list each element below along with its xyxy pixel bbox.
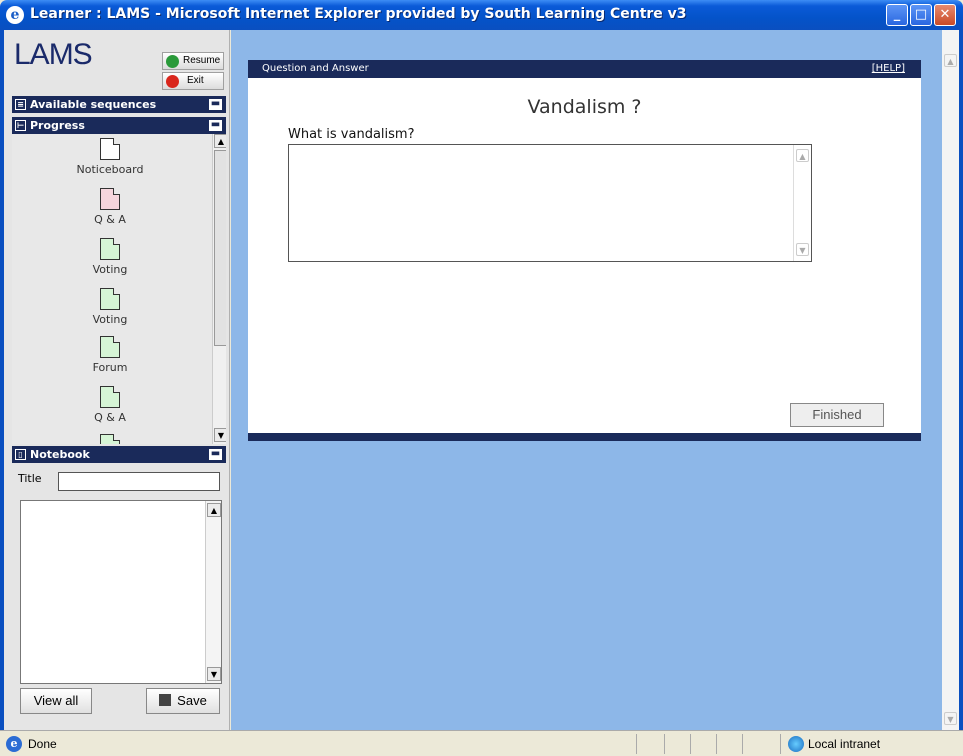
status-divider	[636, 734, 637, 754]
page-scrollbar[interactable]: ▲ ▼	[942, 30, 959, 730]
activity-qa[interactable]: Q & A	[12, 386, 208, 424]
activity-voting[interactable]: Voting	[12, 238, 208, 276]
available-sequences-label: Available sequences	[30, 98, 157, 111]
progress-label: Progress	[30, 119, 85, 132]
notebook-textarea[interactable]: ▲ ▼	[20, 500, 222, 684]
status-divider	[780, 734, 781, 754]
scroll-up-icon[interactable]: ▲	[944, 54, 957, 67]
qa-footer-bar	[248, 433, 921, 441]
status-text: Done	[28, 737, 57, 751]
collapse-icon[interactable]: ▬	[209, 449, 222, 460]
notebook-header[interactable]: ▯ Notebook ▬	[12, 446, 226, 463]
progress-map: Noticeboard Q & A Voting Voting Forum Q …	[12, 134, 226, 444]
qa-title: Vandalism ?	[527, 96, 642, 118]
activity-doc-icon	[100, 238, 120, 260]
question-text: What is vandalism?	[288, 127, 415, 142]
learner-sidebar: LAMS Resume Exit ≡ Available sequences ▬…	[4, 30, 230, 730]
activity-qa-current[interactable]: Q & A	[12, 188, 208, 226]
save-button[interactable]: Save	[146, 688, 220, 714]
window-frame-right	[959, 30, 963, 730]
answer-textarea[interactable]: ▲ ▼	[288, 144, 812, 262]
progress-tree-icon: ⊢	[15, 120, 26, 131]
activity-label: Noticeboard	[76, 163, 144, 176]
scroll-down-icon[interactable]: ▼	[214, 428, 226, 442]
minimize-button[interactable]: _	[886, 4, 908, 26]
qa-activity-panel: Question and Answer [HELP] Vandalism ? W…	[248, 60, 921, 441]
ie-icon[interactable]: e	[6, 6, 24, 24]
scroll-up-icon[interactable]: ▲	[207, 503, 221, 517]
close-icon: ✕	[939, 7, 951, 22]
exit-label: Exit	[187, 75, 204, 86]
progress-scrollbar[interactable]: ▲ ▼	[212, 134, 226, 444]
qa-header-label: Question and Answer	[262, 63, 369, 74]
zone-text: Local intranet	[808, 737, 881, 751]
resume-button[interactable]: Resume	[162, 52, 224, 70]
activity-partial[interactable]	[12, 434, 208, 444]
exit-button[interactable]: Exit	[162, 72, 224, 90]
progress-header[interactable]: ⊢ Progress ▬	[12, 117, 226, 134]
activity-label: Voting	[92, 313, 128, 326]
close-button[interactable]: ✕	[934, 4, 956, 26]
activity-forum[interactable]: Forum	[12, 336, 208, 374]
qa-current-icon	[100, 188, 120, 210]
scroll-down-icon[interactable]: ▼	[796, 243, 809, 256]
status-divider	[716, 734, 717, 754]
tree-icon: ≡	[15, 99, 26, 110]
notebook-title-label: Title	[18, 472, 42, 485]
notebook-title-input[interactable]	[58, 472, 220, 491]
collapse-icon[interactable]: ▬	[209, 120, 222, 131]
exit-icon	[166, 75, 179, 88]
save-label: Save	[177, 693, 207, 708]
activity-doc-icon	[100, 386, 120, 408]
resume-label: Resume	[183, 55, 221, 66]
ie-page-icon: e	[6, 736, 22, 752]
noticeboard-icon	[100, 138, 120, 160]
finished-button[interactable]: Finished	[790, 403, 884, 427]
lams-logo: LAMS	[14, 38, 93, 71]
maximize-icon: □	[914, 7, 928, 22]
window-title: Learner : LAMS - Microsoft Internet Expl…	[30, 6, 687, 22]
save-disk-icon	[159, 694, 172, 706]
activity-label: Forum	[92, 361, 128, 374]
activity-noticeboard[interactable]: Noticeboard	[12, 138, 208, 176]
status-bar: e Done Local intranet	[0, 730, 963, 756]
scroll-down-icon[interactable]: ▼	[944, 712, 957, 725]
status-divider	[664, 734, 665, 754]
activity-label: Q & A	[94, 411, 126, 424]
window-title-bar[interactable]: e Learner : LAMS - Microsoft Internet Ex…	[0, 0, 963, 30]
scroll-up-icon[interactable]: ▲	[796, 149, 809, 162]
notebook-scrollbar[interactable]: ▲ ▼	[205, 501, 221, 683]
notebook-icon: ▯	[15, 449, 26, 460]
activity-doc-icon	[100, 434, 120, 444]
answer-scrollbar[interactable]: ▲ ▼	[793, 145, 811, 261]
activity-label: Voting	[92, 263, 128, 276]
scroll-down-icon[interactable]: ▼	[207, 667, 221, 681]
activity-voting[interactable]: Voting	[12, 288, 208, 326]
available-sequences-header[interactable]: ≡ Available sequences ▬	[12, 96, 226, 113]
scroll-thumb[interactable]	[214, 150, 226, 346]
main-content: Question and Answer [HELP] Vandalism ? W…	[231, 30, 959, 730]
view-all-button[interactable]: View all	[20, 688, 92, 714]
activity-label: Q & A	[94, 213, 126, 226]
help-link[interactable]: [HELP]	[872, 60, 905, 78]
collapse-icon[interactable]: ▬	[209, 99, 222, 110]
activity-doc-icon	[100, 288, 120, 310]
resume-icon	[166, 55, 179, 68]
status-divider	[742, 734, 743, 754]
status-divider	[690, 734, 691, 754]
qa-header-bar: Question and Answer [HELP]	[248, 60, 921, 78]
scroll-up-icon[interactable]: ▲	[214, 134, 226, 148]
minimize-icon: _	[893, 7, 901, 22]
view-all-label: View all	[33, 693, 79, 708]
notebook-label: Notebook	[30, 448, 90, 461]
activity-doc-icon	[100, 336, 120, 358]
globe-icon	[788, 736, 804, 752]
maximize-button[interactable]: □	[910, 4, 932, 26]
